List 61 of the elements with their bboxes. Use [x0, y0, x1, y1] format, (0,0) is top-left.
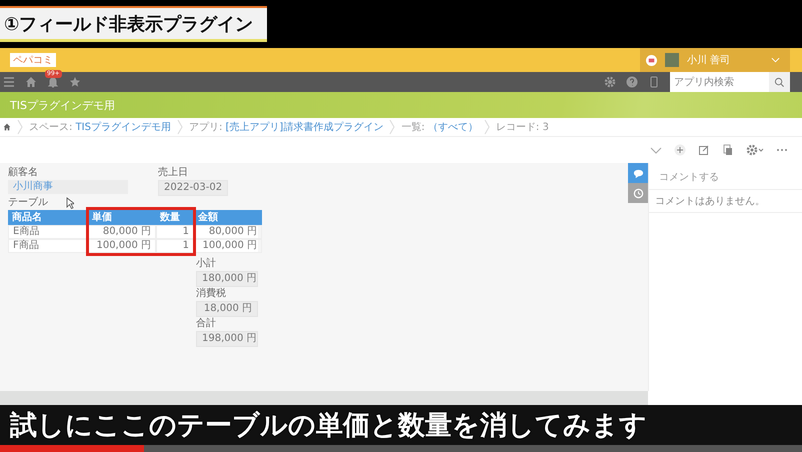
- table-cell: 100,000 円: [88, 239, 156, 253]
- settings-icon[interactable]: [604, 76, 616, 88]
- column-header: 金額: [194, 210, 262, 225]
- speech-bubble-icon: [632, 168, 644, 178]
- column-header: 数量: [156, 210, 194, 225]
- field-value: 198,000 円: [196, 331, 258, 347]
- bell-icon[interactable]: [47, 76, 59, 88]
- video-title: ①フィールド非表示プラグイン: [0, 6, 268, 42]
- chevron-right-icon: [484, 119, 490, 135]
- comment-field[interactable]: コメントする: [649, 163, 802, 190]
- star-icon[interactable]: [69, 76, 81, 88]
- table-cell: 80,000 円: [88, 225, 156, 239]
- search-icon: [774, 76, 785, 88]
- field-label: 小計: [196, 258, 217, 270]
- history-tab[interactable]: [628, 183, 648, 203]
- breadcrumb-item[interactable]: スペース: TISプラグインデモ用: [29, 120, 171, 134]
- field-label: 売上日: [158, 167, 189, 179]
- chevron-right-icon: [176, 119, 183, 135]
- table-cell: 1: [156, 225, 194, 239]
- menu-icon[interactable]: [3, 76, 15, 88]
- copy-icon[interactable]: [722, 144, 734, 156]
- field-value: 小川商事: [8, 180, 128, 194]
- video-progress-bar[interactable]: [0, 445, 802, 452]
- chevron-right-icon: [17, 119, 23, 135]
- field-label: 顧客名: [8, 167, 39, 179]
- comment-tab[interactable]: [628, 163, 648, 183]
- space-title: TISプラグインデモ用: [10, 98, 115, 112]
- history-icon: [632, 188, 644, 198]
- avatar: [665, 53, 679, 67]
- table-cell: F商品: [8, 239, 88, 253]
- breadcrumb-item[interactable]: レコード: 3: [496, 120, 549, 134]
- edit-icon[interactable]: [698, 144, 710, 156]
- table-cell: 100,000 円: [194, 239, 262, 253]
- column-header: 商品名: [8, 210, 88, 225]
- logo[interactable]: ペパコミ: [10, 53, 56, 67]
- field-value: 18,000 円: [196, 301, 258, 317]
- table-cell: 1: [156, 239, 194, 253]
- chevron-right-icon: [389, 119, 396, 135]
- table-cell: E商品: [8, 225, 88, 239]
- mobile-icon[interactable]: [648, 76, 660, 88]
- breadcrumb-item[interactable]: アプリ: [売上アプリ]請求書作成プラグイン: [188, 120, 384, 134]
- field-value: 2022-03-02: [158, 180, 228, 196]
- column-header: 単価: [88, 210, 156, 225]
- mail-icon[interactable]: [646, 54, 657, 66]
- breadcrumb-item[interactable]: 一覧: （すべて）: [401, 120, 478, 134]
- settings-icon[interactable]: [746, 144, 764, 156]
- help-icon[interactable]: [626, 76, 638, 88]
- home-icon[interactable]: [25, 76, 37, 88]
- search-button[interactable]: [769, 72, 790, 92]
- field-value: 180,000 円: [196, 271, 258, 287]
- field-label: 消費税: [196, 288, 227, 300]
- search-field[interactable]: アプリ内検索: [670, 72, 769, 92]
- home-icon[interactable]: [3, 123, 11, 131]
- field-label: 合計: [196, 318, 217, 330]
- no-comments-text: コメントはありません。: [649, 190, 802, 213]
- table-cell: 80,000 円: [194, 225, 262, 239]
- video-caption: 試しにここのテーブルの単価と数量を消してみます: [0, 405, 802, 445]
- cursor-icon: [66, 197, 74, 209]
- plus-icon[interactable]: [674, 144, 686, 156]
- table-label: テーブル: [8, 197, 48, 209]
- chevron-down-icon[interactable]: [771, 57, 780, 63]
